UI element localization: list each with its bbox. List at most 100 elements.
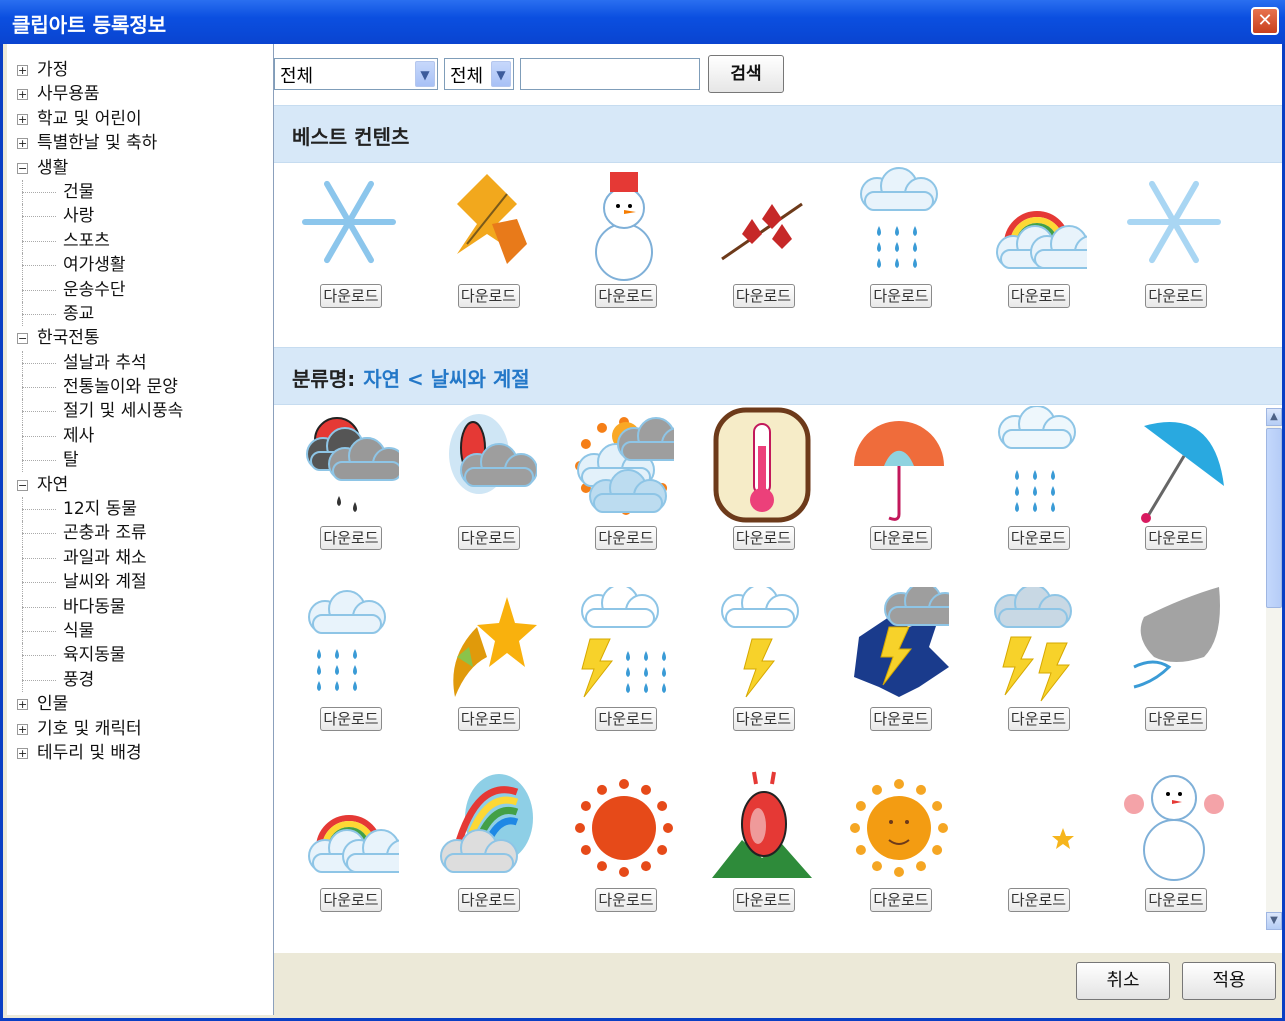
tree-item[interactable]: − 자연 — [7, 473, 273, 497]
tree-item[interactable]: + 가정 — [7, 58, 273, 82]
tree-item[interactable]: + 테두리 및 배경 — [7, 741, 273, 765]
download-button[interactable]: 다운로드 — [870, 707, 932, 731]
tree-item[interactable]: + 기호 및 캐릭터 — [7, 717, 273, 741]
vertical-scrollbar[interactable]: ▲ ▼ — [1266, 408, 1282, 930]
tree-item[interactable]: 바다동물 — [7, 594, 273, 619]
download-button[interactable]: 다운로드 — [595, 707, 657, 731]
scroll-down-icon[interactable]: ▼ — [1266, 912, 1282, 930]
tree-item[interactable]: 절기 및 세시풍속 — [7, 399, 273, 424]
clipart-item[interactable]: 다운로드 — [1109, 587, 1239, 757]
clipart-item[interactable]: 다운로드 — [1109, 406, 1239, 576]
clipart-item[interactable]: 다운로드 — [422, 164, 552, 334]
download-button[interactable]: 다운로드 — [320, 284, 382, 308]
download-button[interactable]: 다운로드 — [595, 284, 657, 308]
expand-icon[interactable]: + — [17, 723, 28, 735]
tree-item[interactable]: + 학교 및 어린이 — [7, 107, 273, 131]
download-button[interactable]: 다운로드 — [1007, 707, 1070, 731]
tree-item[interactable]: − 한국전통 — [7, 326, 273, 350]
tree-item[interactable]: − 생활 — [7, 156, 273, 180]
collapse-icon[interactable]: − — [17, 162, 28, 174]
tree-item[interactable]: 곤충과 조류 — [7, 521, 273, 546]
search-button[interactable]: 검색 — [708, 55, 784, 93]
scroll-thumb[interactable] — [1266, 428, 1282, 608]
clipart-item[interactable]: 다운로드 — [422, 768, 552, 938]
clipart-item[interactable]: 다운로드 — [284, 406, 414, 576]
expand-icon[interactable]: + — [17, 138, 28, 150]
download-button[interactable]: 다운로드 — [732, 284, 795, 308]
category-select-2[interactable]: 전체 ▼ — [444, 58, 514, 90]
tree-item[interactable]: + 인물 — [7, 692, 273, 716]
download-button[interactable]: 다운로드 — [1007, 526, 1070, 550]
category-path[interactable]: 자연 < 날씨와 계절 — [363, 367, 529, 391]
clipart-item[interactable]: 다운로드 — [284, 164, 414, 334]
download-button[interactable]: 다운로드 — [732, 707, 795, 731]
apply-button[interactable]: 적용 — [1182, 962, 1276, 1000]
clipart-item[interactable]: 다운로드 — [559, 768, 689, 938]
download-button[interactable]: 다운로드 — [1145, 526, 1207, 550]
clipart-item[interactable]: 다운로드 — [697, 406, 827, 576]
clipart-item[interactable]: 다운로드 — [972, 406, 1102, 576]
tree-item[interactable]: 날씨와 계절 — [7, 570, 273, 595]
tree-item[interactable]: 전통놀이와 문양 — [7, 375, 273, 400]
cancel-button[interactable]: 취소 — [1076, 962, 1170, 1000]
expand-icon[interactable]: + — [17, 65, 28, 76]
clipart-item[interactable]: 다운로드 — [422, 406, 552, 576]
tree-item[interactable]: 건물 — [7, 179, 273, 204]
download-button[interactable]: 다운로드 — [732, 888, 795, 912]
chevron-down-icon[interactable]: ▼ — [415, 61, 435, 87]
tree-item[interactable]: 운송수단 — [7, 277, 273, 302]
download-button[interactable]: 다운로드 — [320, 707, 382, 731]
download-button[interactable]: 다운로드 — [1145, 284, 1207, 308]
clipart-item[interactable]: 다운로드 — [697, 768, 827, 938]
download-button[interactable]: 다운로드 — [1007, 284, 1070, 308]
tree-item[interactable]: 풍경 — [7, 667, 273, 692]
search-input[interactable] — [520, 58, 700, 90]
tree-item[interactable]: 제사 — [7, 423, 273, 448]
clipart-item[interactable]: 다운로드 — [559, 406, 689, 576]
download-button[interactable]: 다운로드 — [1007, 888, 1070, 912]
tree-item[interactable]: + 사무용품 — [7, 82, 273, 106]
download-button[interactable]: 다운로드 — [457, 888, 520, 912]
clipart-item[interactable]: 다운로드 — [559, 164, 689, 334]
clipart-item[interactable]: 다운로드 — [422, 587, 552, 757]
expand-icon[interactable]: + — [17, 699, 28, 711]
clipart-item[interactable]: 다운로드 — [972, 768, 1102, 938]
tree-item[interactable]: 과일과 채소 — [7, 545, 273, 570]
category-select-1[interactable]: 전체 ▼ — [274, 58, 438, 90]
clipart-item[interactable]: 다운로드 — [834, 164, 964, 334]
clipart-item[interactable]: 다운로드 — [697, 164, 827, 334]
download-button[interactable]: 다운로드 — [732, 526, 795, 550]
tree-item[interactable]: 식물 — [7, 618, 273, 643]
download-button[interactable]: 다운로드 — [320, 888, 382, 912]
tree-item[interactable]: + 특별한날 및 축하 — [7, 131, 273, 155]
chevron-down-icon[interactable]: ▼ — [491, 61, 511, 87]
clipart-item[interactable]: 다운로드 — [834, 768, 964, 938]
expand-icon[interactable]: + — [17, 747, 28, 759]
download-button[interactable]: 다운로드 — [457, 284, 520, 308]
expand-icon[interactable]: + — [17, 113, 28, 125]
download-button[interactable]: 다운로드 — [1145, 707, 1207, 731]
clipart-item[interactable]: 다운로드 — [559, 587, 689, 757]
tree-item[interactable]: 사랑 — [7, 204, 273, 229]
download-button[interactable]: 다운로드 — [457, 526, 520, 550]
clipart-item[interactable]: 다운로드 — [284, 587, 414, 757]
download-button[interactable]: 다운로드 — [870, 888, 932, 912]
clipart-item[interactable]: 다운로드 — [697, 587, 827, 757]
tree-item[interactable]: 설날과 추석 — [7, 350, 273, 375]
collapse-icon[interactable]: − — [17, 333, 28, 345]
download-button[interactable]: 다운로드 — [870, 526, 932, 550]
clipart-item[interactable]: 다운로드 — [972, 164, 1102, 334]
close-icon[interactable]: ✕ — [1251, 7, 1279, 35]
tree-item[interactable]: 육지동물 — [7, 643, 273, 668]
expand-icon[interactable]: + — [17, 89, 28, 101]
download-button[interactable]: 다운로드 — [457, 707, 520, 731]
tree-item[interactable]: 스포츠 — [7, 228, 273, 253]
clipart-item[interactable]: 다운로드 — [284, 768, 414, 938]
tree-item[interactable]: 여가생활 — [7, 253, 273, 278]
clipart-item[interactable]: 다운로드 — [834, 587, 964, 757]
tree-item[interactable]: 12지 동물 — [7, 497, 273, 522]
tree-item[interactable]: 종교 — [7, 301, 273, 326]
download-button[interactable]: 다운로드 — [595, 888, 657, 912]
clipart-item[interactable]: 다운로드 — [1109, 164, 1239, 334]
download-button[interactable]: 다운로드 — [870, 284, 932, 308]
